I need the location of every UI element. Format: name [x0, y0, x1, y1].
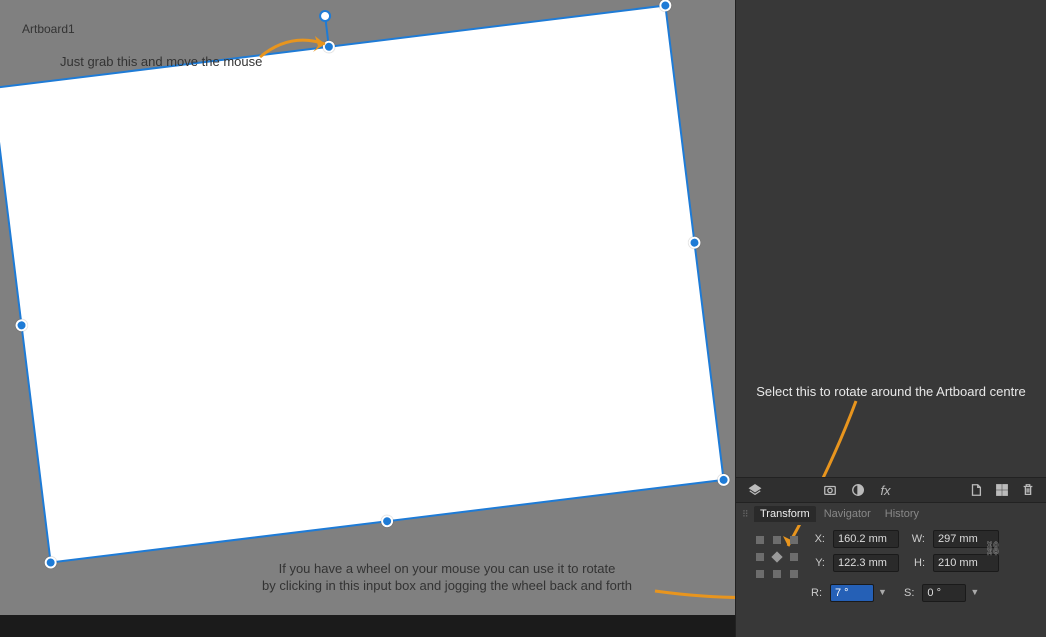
anchor-top[interactable] — [773, 536, 781, 544]
fx-icon[interactable]: fx — [878, 482, 894, 498]
anchor-point-widget[interactable] — [756, 536, 798, 578]
x-input[interactable] — [833, 530, 899, 548]
anchor-bottom-left[interactable] — [756, 570, 764, 578]
rotation-input[interactable] — [830, 584, 874, 602]
layers-icon[interactable] — [747, 482, 763, 498]
anchor-center[interactable] — [771, 551, 782, 562]
anchor-bottom-right[interactable] — [790, 570, 798, 578]
tab-navigator[interactable]: Navigator — [818, 506, 877, 522]
x-label: X: — [811, 533, 825, 545]
annotation-grab-handle: Just grab this and move the mouse — [60, 53, 262, 70]
tab-history[interactable]: History — [879, 506, 925, 522]
shear-input[interactable] — [922, 584, 966, 602]
resize-handle-right[interactable] — [688, 236, 701, 249]
resize-handle-top[interactable] — [322, 40, 335, 53]
right-panel: Select this to rotate around the Artboar… — [735, 0, 1046, 637]
y-input[interactable] — [833, 554, 899, 572]
rotate-handle-stem — [325, 20, 330, 42]
link-dimensions-icon[interactable]: ⛓ — [984, 540, 1002, 557]
tab-transform[interactable]: Transform — [754, 506, 816, 522]
annotation-anchor: Select this to rotate around the Artboar… — [746, 383, 1036, 400]
trash-icon[interactable] — [1020, 482, 1036, 498]
r-label: R: — [811, 587, 822, 599]
resize-handle-bottom-right[interactable] — [717, 473, 730, 486]
resize-handle-bottom[interactable] — [380, 515, 393, 528]
resize-handle-left[interactable] — [15, 319, 28, 332]
resize-handle-top-right[interactable] — [659, 0, 672, 12]
grid-icon[interactable] — [994, 482, 1010, 498]
panel-drag-icon[interactable]: ⠿ — [742, 509, 747, 520]
annotation-wheel-line1: If you have a wheel on your mouse you ca… — [279, 561, 616, 576]
shear-dropdown-caret[interactable]: ▼ — [970, 587, 980, 597]
contrast-icon[interactable] — [850, 482, 866, 498]
transform-fields: X: W: Y: H: — [811, 530, 1003, 572]
anchor-left[interactable] — [756, 553, 764, 561]
panel-icon-bar: fx — [736, 477, 1046, 503]
anchor-bottom[interactable] — [773, 570, 781, 578]
camera-icon[interactable] — [822, 482, 838, 498]
rotation-shear-row: R: ▼ S: ▼ — [811, 584, 966, 602]
anchor-right[interactable] — [790, 553, 798, 561]
resize-handle-bottom-left[interactable] — [44, 556, 57, 569]
h-label: H: — [911, 557, 925, 569]
canvas-area[interactable]: Artboard1 Just grab this and move the mo… — [0, 0, 735, 615]
page-icon[interactable] — [968, 482, 984, 498]
y-label: Y: — [811, 557, 825, 569]
artboard-rect[interactable] — [0, 4, 725, 563]
annotation-wheel: If you have a wheel on your mouse you ca… — [232, 560, 662, 594]
anchor-top-left[interactable] — [756, 536, 764, 544]
w-label: W: — [911, 533, 925, 545]
rotation-dropdown-caret[interactable]: ▼ — [878, 587, 888, 597]
artboard-label: Artboard1 — [22, 22, 75, 36]
rotate-handle[interactable] — [318, 9, 331, 22]
anchor-top-right[interactable] — [790, 536, 798, 544]
annotation-wheel-line2: by clicking in this input box and joggin… — [262, 578, 632, 593]
panel-tabs: ⠿ Transform Navigator History — [736, 503, 1046, 525]
s-label: S: — [904, 587, 914, 599]
